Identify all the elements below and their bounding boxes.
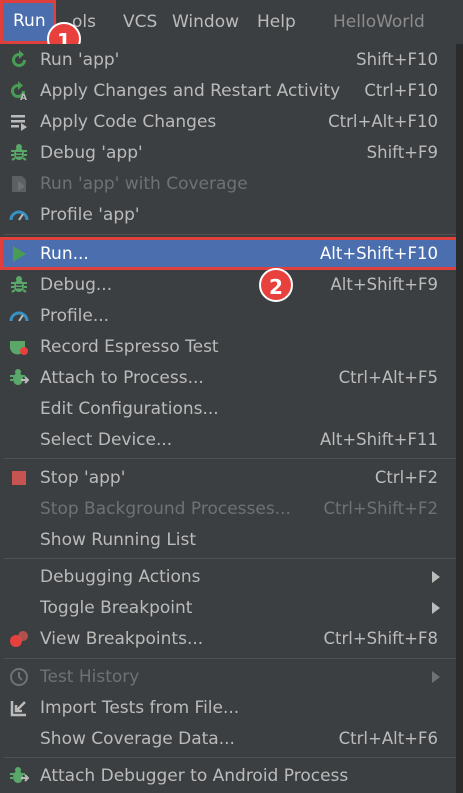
project-title: HelloWorld	[333, 12, 425, 32]
debug-bug-icon	[11, 144, 27, 161]
menu-window[interactable]: Window	[172, 11, 239, 33]
attach-debugger-icon	[10, 767, 29, 783]
menu-vcs[interactable]: VCS	[123, 11, 157, 33]
menu-item-apply-code-changes[interactable]: Apply Code Changes Ctrl+Alt+F10	[0, 106, 456, 137]
profiler-gauge-icon	[9, 311, 29, 322]
menu-item-debug-dots[interactable]: Debug... Alt+Shift+F9	[0, 269, 456, 300]
menu-item-edit-configurations[interactable]: Edit Configurations...	[0, 393, 456, 424]
menu-item-record-espresso[interactable]: Record Espresso Test	[0, 331, 456, 362]
menu-item-stop-app[interactable]: Stop 'app' Ctrl+F2	[0, 462, 456, 493]
menu-item-select-device[interactable]: Select Device... Alt+Shift+F11	[0, 424, 456, 455]
menu-item-run-dots[interactable]: Run... Alt+Shift+F10	[0, 238, 456, 269]
submenu-arrow-icon	[432, 671, 440, 683]
menu-help[interactable]: Help	[257, 11, 296, 33]
menu-item-run-app[interactable]: Run 'app' Shift+F10	[0, 44, 456, 75]
history-clock-icon	[10, 668, 28, 686]
menu-item-profile-app[interactable]: Profile 'app'	[0, 199, 456, 230]
menu-item-test-history[interactable]: Test History	[0, 661, 456, 692]
import-arrow-icon	[10, 701, 26, 717]
profiler-gauge-icon	[9, 210, 29, 221]
step-badge-2: 2	[259, 268, 293, 302]
run-menu-dropdown: Run 'app' Shift+F10 A Apply Changes and …	[0, 44, 457, 793]
menu-item-attach-process[interactable]: Attach to Process... Ctrl+Alt+F5	[0, 362, 456, 393]
menu-item-profile-dots[interactable]: Profile...	[0, 300, 456, 331]
submenu-arrow-icon	[432, 571, 440, 583]
menu-item-apply-changes-restart[interactable]: A Apply Changes and Restart Activity Ctr…	[0, 75, 456, 106]
editor-edge	[456, 44, 463, 793]
apply-code-changes-icon	[11, 115, 27, 131]
submenu-arrow-icon	[432, 602, 440, 614]
attach-debugger-icon	[10, 369, 29, 385]
breakpoints-icon	[10, 631, 28, 647]
separator	[4, 458, 456, 459]
menu-item-debugging-actions[interactable]: Debugging Actions	[0, 561, 456, 592]
menu-item-stop-background[interactable]: Stop Background Processes... Ctrl+Shift+…	[0, 493, 456, 524]
separator	[4, 757, 456, 758]
menu-item-run-with-coverage[interactable]: Run 'app' with Coverage	[0, 168, 456, 199]
separator	[4, 558, 456, 559]
apply-changes-restart-icon: A	[11, 81, 27, 101]
menu-item-view-breakpoints[interactable]: View Breakpoints... Ctrl+Shift+F8	[0, 623, 456, 654]
stop-icon	[12, 471, 26, 485]
menu-item-debug-app[interactable]: Debug 'app' Shift+F9	[0, 137, 456, 168]
menu-item-toggle-breakpoint[interactable]: Toggle Breakpoint	[0, 592, 456, 623]
menu-item-attach-debugger-android[interactable]: Attach Debugger to Android Process	[0, 760, 456, 791]
svg-text:A: A	[20, 93, 27, 101]
run-play-icon	[13, 246, 26, 262]
coverage-shield-icon	[12, 176, 26, 192]
separator	[4, 658, 456, 659]
menu-item-import-tests[interactable]: Import Tests from File...	[0, 692, 456, 723]
espresso-record-icon	[10, 341, 28, 355]
menu-run-label: Run	[13, 11, 46, 31]
menu-item-show-running-list[interactable]: Show Running List	[0, 524, 456, 555]
rerun-icon	[12, 50, 26, 67]
separator	[4, 234, 456, 235]
debug-bug-icon	[11, 276, 27, 293]
menu-item-show-coverage[interactable]: Show Coverage Data... Ctrl+Alt+F6	[0, 723, 456, 754]
